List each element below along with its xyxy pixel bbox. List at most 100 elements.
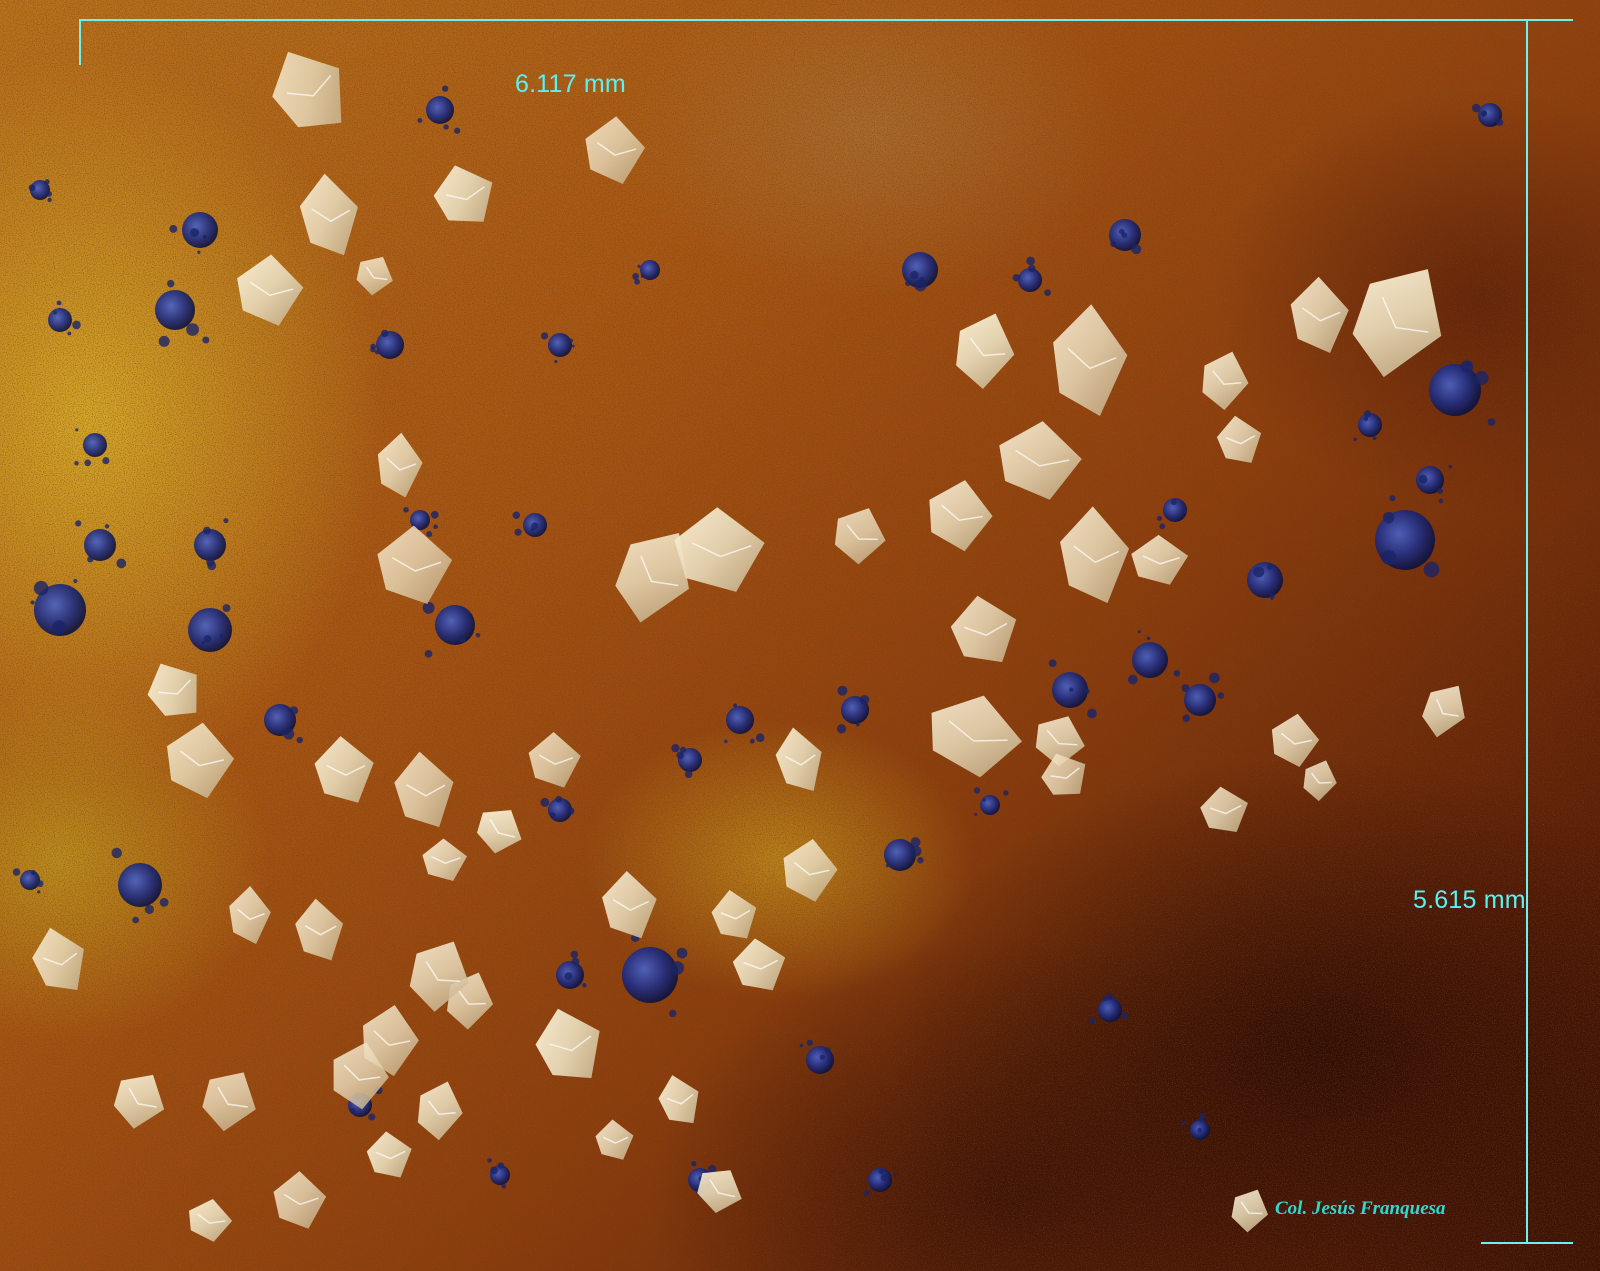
blue-mineral-speck: [454, 127, 461, 134]
blue-mineral-speck: [973, 787, 981, 794]
blue-mineral-speck: [637, 264, 641, 268]
blue-mineral-speck: [1110, 241, 1117, 248]
blue-mineral-speck: [910, 845, 922, 857]
blue-mineral-sphere: [118, 863, 162, 907]
blue-mineral-speck: [102, 457, 110, 465]
blue-mineral-speck: [530, 527, 535, 532]
blue-mineral-speck: [824, 1047, 831, 1054]
blue-mineral-speck: [1437, 487, 1443, 494]
blue-mineral-speck: [52, 620, 67, 635]
blue-mineral-sphere: [1132, 642, 1168, 678]
blue-mineral-sphere: [726, 706, 754, 734]
blue-mineral-speck: [1487, 418, 1496, 426]
vertical-scale-top-tick: [1481, 19, 1573, 21]
blue-mineral-speck: [910, 270, 919, 280]
blue-mineral-speck: [1137, 630, 1141, 634]
blue-mineral-speck: [207, 561, 217, 571]
blue-mineral-speck: [1382, 511, 1395, 524]
blue-mineral-speck: [190, 228, 200, 238]
blue-mineral-speck: [905, 280, 911, 287]
blue-mineral-speck: [202, 336, 210, 344]
blue-mineral-speck: [72, 320, 81, 330]
mineral-specimen-photo: 6.117 mm 5.615 mm Col. Jesús Franquesa: [0, 0, 1600, 1271]
blue-mineral-speck: [549, 812, 556, 818]
blue-mineral-speck: [555, 795, 563, 803]
blue-mineral-speck: [974, 812, 978, 816]
blue-mineral-speck: [1448, 464, 1453, 469]
blue-mineral-speck: [487, 1158, 492, 1163]
blue-mineral-speck: [671, 744, 680, 753]
blue-mineral-sphere: [426, 96, 454, 124]
blue-mineral-speck: [1088, 1017, 1096, 1024]
blue-mineral-speck: [1372, 436, 1377, 441]
blue-mineral-speck: [104, 524, 110, 529]
blue-mineral-speck: [917, 856, 924, 864]
blue-mineral-speck: [417, 118, 423, 123]
blue-mineral-speck: [73, 578, 78, 584]
blue-mineral-speck: [283, 728, 295, 740]
blue-mineral-speck: [36, 880, 44, 888]
blue-mineral-speck: [885, 864, 889, 868]
blue-mineral-speck: [1102, 996, 1108, 1001]
blue-mineral-speck: [1465, 361, 1472, 367]
blue-mineral-speck: [430, 510, 439, 519]
blue-mineral-speck: [1198, 1117, 1203, 1122]
blue-mineral-speck: [424, 649, 433, 658]
blue-mineral-speck: [982, 798, 986, 802]
blue-mineral-speck: [33, 580, 49, 596]
blue-mineral-speck: [893, 1173, 897, 1177]
blue-mineral-speck: [458, 635, 466, 643]
blue-mineral-speck: [571, 957, 580, 966]
blue-mineral-speck: [75, 428, 79, 432]
blue-mineral-speck: [859, 695, 870, 705]
blue-mineral-speck: [863, 1190, 870, 1196]
blue-mineral-speck: [1381, 549, 1396, 565]
blue-mineral-speck: [442, 85, 449, 92]
blue-mineral-speck: [12, 868, 21, 876]
blue-mineral-speck: [1197, 1127, 1203, 1133]
blue-mineral-speck: [350, 1108, 356, 1114]
blue-mineral-speck: [1146, 636, 1151, 641]
blue-mineral-speck: [30, 600, 35, 605]
horizontal-scale-label: 6.117 mm: [515, 70, 626, 98]
blue-mineral-sphere: [622, 947, 678, 1003]
blue-mineral-speck: [1127, 674, 1138, 685]
blue-mineral-speck: [403, 506, 409, 513]
blue-mineral-speck: [116, 558, 127, 569]
blue-mineral-speck: [670, 961, 685, 975]
vertical-scale-line: [1526, 19, 1528, 1243]
blue-mineral-sphere: [376, 331, 404, 359]
blue-mineral-speck: [53, 310, 57, 315]
blue-mineral-speck: [634, 279, 640, 285]
blue-mineral-sphere: [84, 529, 116, 561]
blue-mineral-speck: [1253, 566, 1265, 578]
blue-mineral-speck: [201, 641, 206, 645]
blue-mineral-speck: [475, 632, 481, 638]
blue-mineral-speck: [44, 179, 50, 185]
blue-mineral-sphere: [182, 212, 218, 248]
blue-mineral-speck: [1182, 714, 1191, 723]
blue-mineral-speck: [1069, 687, 1074, 692]
vertical-scale-label: 5.615 mm: [1413, 886, 1526, 914]
blue-mineral-speck: [640, 273, 645, 278]
blue-mineral-speck: [880, 1173, 889, 1182]
blue-mineral-speck: [1044, 289, 1051, 296]
blue-mineral-speck: [1084, 688, 1090, 694]
blue-mineral-speck: [219, 633, 226, 640]
blue-mineral-speck: [490, 1166, 498, 1175]
blue-mineral-speck: [919, 277, 925, 282]
blue-mineral-speck: [37, 890, 41, 894]
blue-mineral-speck: [74, 461, 79, 466]
blue-mineral-speck: [75, 520, 82, 527]
blue-mineral-speck: [380, 329, 389, 338]
blue-mineral-speck: [1028, 264, 1036, 273]
specimen-surface: [0, 0, 1600, 1271]
blue-mineral-speck: [159, 897, 169, 907]
blue-mineral-sphere: [1247, 562, 1283, 598]
blue-mineral-speck: [571, 344, 575, 348]
blue-mineral-sphere: [188, 608, 232, 652]
blue-mineral-speck: [1181, 508, 1187, 514]
blue-mineral-speck: [223, 518, 229, 524]
blue-mineral-speck: [1131, 244, 1142, 255]
blue-mineral-speck: [433, 524, 438, 530]
